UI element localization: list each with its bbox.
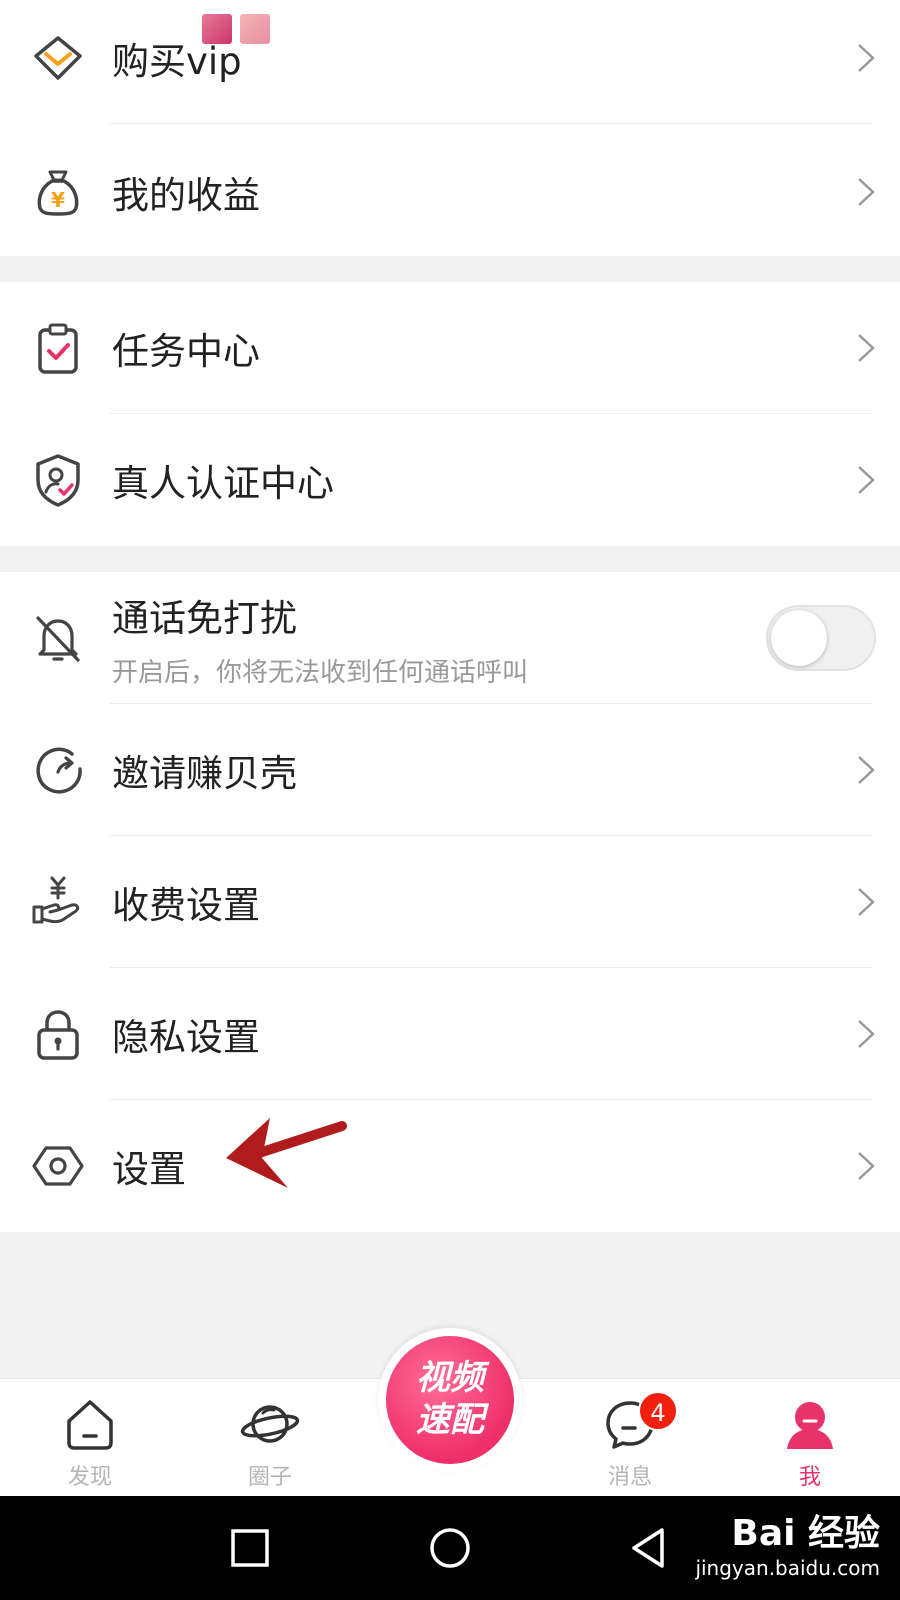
menu-item-label: 收费设置: [112, 884, 260, 927]
home-button-icon[interactable]: [426, 1524, 474, 1572]
unread-badge: 4: [638, 1391, 678, 1431]
menu-item-task-center[interactable]: 任务中心: [0, 282, 900, 414]
hand-coin-icon: [32, 876, 80, 924]
chevron-right-icon: [858, 888, 875, 916]
tab-discover[interactable]: 发现: [30, 1393, 150, 1491]
dnd-label: 通话免打扰: [112, 597, 297, 640]
svg-text:¥: ¥: [51, 188, 65, 212]
bell-off-icon: [36, 616, 80, 662]
menu-group-account: 购买vip ¥ 我的收益: [0, 0, 900, 256]
money-bag-icon: ¥: [37, 170, 79, 216]
menu-group-settings: 通话免打扰 开启后，你将无法收到任何通话呼叫 邀请赚贝壳 收费设置 隐私设置 设…: [0, 572, 900, 1232]
menu-item-my-earnings[interactable]: ¥ 我的收益: [0, 126, 900, 258]
toggle-knob: [771, 610, 827, 666]
diamond-icon: [34, 36, 82, 80]
planet-icon: [240, 1405, 300, 1443]
tab-label: 消息: [607, 1465, 652, 1490]
menu-item-label: 隐私设置: [112, 1016, 260, 1059]
annotation-arrow-icon: [226, 1118, 347, 1188]
vip-avatar-thumbnails: [202, 14, 270, 44]
hexagon-settings-icon: [32, 1146, 84, 1186]
menu-item-verify-center[interactable]: 真人认证中心: [0, 414, 900, 546]
menu-item-do-not-disturb: 通话免打扰 开启后，你将无法收到任何通话呼叫: [0, 572, 900, 704]
video-match-line1: 视频: [416, 1358, 484, 1398]
user-icon: [787, 1402, 833, 1449]
watermark-title: Bai 经验: [731, 1513, 880, 1554]
tab-label: 圈子: [247, 1465, 292, 1490]
tab-circle[interactable]: 圈子: [210, 1393, 330, 1491]
video-match-button[interactable]: 视频 速配: [378, 1328, 522, 1472]
menu-item-fee-settings[interactable]: 收费设置: [0, 836, 900, 968]
tab-label: 我: [798, 1465, 821, 1490]
dnd-toggle[interactable]: [766, 605, 876, 671]
divider: [110, 123, 872, 124]
menu-item-label: 真人认证中心: [112, 462, 334, 505]
menu-item-privacy-settings[interactable]: 隐私设置: [0, 968, 900, 1100]
baidu-watermark: Bai 经验 jingyan.baidu.com: [695, 1504, 880, 1580]
home-icon: [67, 1400, 113, 1450]
menu-item-label: 邀请赚贝壳: [112, 752, 297, 795]
tab-me[interactable]: 我: [750, 1393, 870, 1491]
chevron-right-icon: [858, 334, 875, 362]
clipboard-check-icon: [38, 323, 78, 374]
watermark-url: jingyan.baidu.com: [695, 1556, 880, 1580]
chevron-right-icon: [858, 44, 875, 72]
menu-item-settings[interactable]: 设置: [0, 1100, 900, 1232]
avatar-thumbnail: [202, 14, 232, 44]
recents-icon[interactable]: [226, 1524, 274, 1572]
video-match-line2: 速配: [416, 1400, 484, 1440]
dnd-sublabel: 开启后，你将无法收到任何通话呼叫: [112, 658, 529, 688]
menu-item-label: 任务中心: [112, 330, 260, 373]
menu-item-invite[interactable]: 邀请赚贝壳: [0, 704, 900, 836]
menu-item-buy-vip[interactable]: 购买vip: [0, 0, 900, 124]
chevron-right-icon: [858, 466, 875, 494]
shield-user-icon: [36, 454, 80, 507]
chevron-right-icon: [858, 178, 875, 206]
refresh-share-icon: [36, 747, 82, 794]
avatar-thumbnail: [240, 14, 270, 44]
lock-icon: [37, 1010, 79, 1060]
system-nav-bar: Bai 经验 jingyan.baidu.com: [0, 1496, 900, 1600]
menu-group-tasks: 任务中心 真人认证中心: [0, 282, 900, 546]
menu-item-label: 设置: [112, 1148, 186, 1191]
tab-messages[interactable]: 4 消息: [570, 1391, 690, 1491]
menu-item-label: 我的收益: [112, 174, 260, 217]
back-icon[interactable]: [626, 1524, 674, 1572]
chevron-right-icon: [858, 1020, 875, 1048]
chevron-right-icon: [858, 1152, 875, 1180]
chevron-right-icon: [858, 756, 875, 784]
tab-label: 发现: [67, 1465, 112, 1490]
video-match-button-face: 视频 速配: [386, 1336, 514, 1464]
